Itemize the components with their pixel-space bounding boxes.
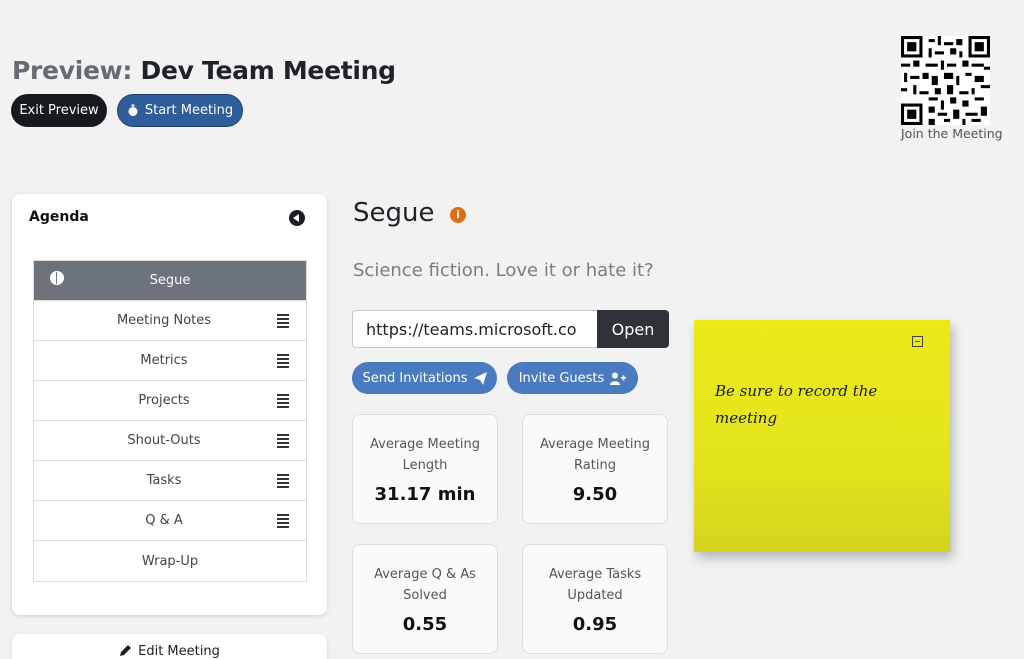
agenda-item-projects[interactable]: Projects [34, 381, 306, 421]
metric-label: Average Meeting Length [370, 437, 480, 473]
agenda-item-metrics[interactable]: Metrics [34, 341, 306, 381]
agenda-item-q-and-a[interactable]: Q & A [34, 501, 306, 541]
agenda-item-segue[interactable]: Segue [34, 261, 306, 301]
agenda-item-label: Tasks [146, 473, 182, 488]
qr-code [901, 36, 990, 125]
edit-meeting-label: Edit Meeting [138, 644, 220, 659]
sticky-note[interactable]: Be sure to record the meeting [694, 320, 950, 552]
metric-label: Average Meeting Rating [540, 437, 650, 473]
start-meeting-button[interactable]: Start Meeting [117, 94, 243, 127]
agenda-item-label: Segue [149, 273, 191, 288]
agenda-item-label: Wrap-Up [141, 553, 199, 569]
agenda-item-tasks[interactable]: Tasks [34, 461, 306, 501]
agenda-item-label: Meeting Notes [116, 313, 212, 328]
agenda-item-label: Shout-Outs [127, 433, 201, 448]
collapse-arrow-icon[interactable] [289, 210, 305, 226]
meeting-url-input[interactable] [352, 310, 598, 348]
stopwatch-icon [128, 104, 138, 116]
open-label: Open [611, 319, 655, 339]
drag-handle-icon[interactable] [277, 314, 289, 328]
metric-value: 31.17 min [374, 484, 476, 505]
start-meeting-label: Start Meeting [144, 103, 234, 118]
invite-guests-button[interactable]: Invite Guests [507, 362, 638, 394]
metric-value: 9.50 [572, 484, 618, 505]
agenda-item-wrap-up[interactable]: Wrap-Up [34, 541, 306, 581]
title-prefix: Preview: [12, 56, 133, 85]
agenda-panel: Agenda Segue Meeting Notes Metrics Proje… [12, 194, 327, 615]
pencil-icon [120, 645, 132, 656]
exit-preview-label: Exit Preview [19, 103, 99, 118]
invite-guests-label: Invite Guests [518, 370, 605, 386]
agenda-item-label: Q & A [145, 513, 183, 528]
user-plus-icon [610, 372, 627, 385]
metric-value: 0.95 [572, 614, 618, 635]
open-url-button[interactable]: Open [597, 310, 669, 348]
metric-label: Average Q & As Solved [374, 567, 476, 603]
agenda-title: Agenda [29, 209, 89, 225]
send-invitations-label: Send Invitations [362, 370, 468, 386]
qr-label: Join the Meeting [901, 126, 1003, 141]
meeting-name: Dev Team Meeting [140, 56, 397, 85]
drag-handle-icon[interactable] [277, 354, 289, 368]
agenda-item-meeting-notes[interactable]: Meeting Notes [34, 301, 306, 341]
agenda-item-label: Projects [138, 393, 190, 408]
info-icon[interactable]: i [450, 207, 466, 223]
metric-card: Average Meeting Length 31.17 min [352, 414, 498, 524]
brain-icon [50, 271, 64, 285]
paper-plane-icon [473, 371, 487, 385]
agenda-list: Segue Meeting Notes Metrics Projects Sho… [33, 260, 307, 582]
segue-prompt: Science fiction. Love it or hate it? [353, 260, 654, 281]
edit-meeting-button[interactable]: Edit Meeting [12, 634, 327, 659]
metric-label: Average Tasks Updated [548, 567, 642, 603]
metric-card: Average Meeting Rating 9.50 [522, 414, 668, 524]
agenda-item-label: Metrics [140, 353, 188, 368]
metric-value: 0.55 [402, 614, 448, 635]
exit-preview-button[interactable]: Exit Preview [11, 94, 107, 127]
drag-handle-icon[interactable] [277, 474, 289, 488]
metric-card: Average Tasks Updated 0.95 [522, 544, 668, 654]
metric-card: Average Q & As Solved 0.55 [352, 544, 498, 654]
drag-handle-icon[interactable] [277, 434, 289, 448]
send-invitations-button[interactable]: Send Invitations [352, 362, 497, 394]
minimize-icon[interactable] [912, 336, 923, 347]
drag-handle-icon[interactable] [277, 514, 289, 528]
section-title: Segue [353, 198, 435, 228]
page-title: Preview: Dev Team Meeting [12, 56, 396, 85]
drag-handle-icon[interactable] [277, 394, 289, 408]
sticky-note-text: Be sure to record the meeting [715, 382, 878, 427]
agenda-item-shout-outs[interactable]: Shout-Outs [34, 421, 306, 461]
